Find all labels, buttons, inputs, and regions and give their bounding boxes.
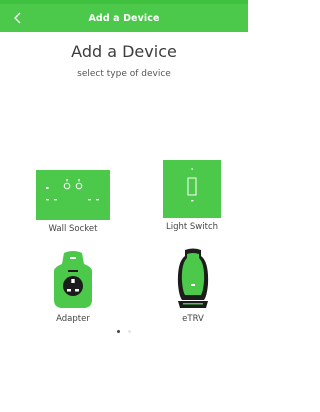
page-dot-active[interactable] bbox=[117, 330, 120, 333]
wall-socket-icon bbox=[36, 170, 110, 220]
page-title: Add a Device bbox=[71, 42, 177, 61]
nav-title: Add a Device bbox=[88, 12, 160, 24]
page-subtitle: select type of device bbox=[77, 69, 171, 79]
device-label-etrv: eTRV bbox=[182, 314, 204, 324]
adapter-icon bbox=[54, 251, 92, 308]
light-switch-icon bbox=[163, 160, 221, 218]
chevron-left-icon bbox=[14, 12, 21, 24]
device-wall-socket[interactable]: Wall Socket bbox=[33, 170, 113, 234]
page-dot[interactable] bbox=[128, 330, 131, 333]
back-button[interactable] bbox=[6, 6, 30, 30]
etrv-icon bbox=[177, 248, 209, 308]
device-etrv[interactable]: eTRV bbox=[163, 248, 223, 324]
device-label-wall-socket: Wall Socket bbox=[48, 224, 98, 234]
device-adapter[interactable]: Adapter bbox=[41, 250, 105, 324]
device-label-adapter: Adapter bbox=[56, 314, 90, 324]
device-light-switch[interactable]: Light Switch bbox=[156, 160, 228, 232]
nav-bar: Add a Device bbox=[0, 4, 248, 32]
page-indicator[interactable] bbox=[0, 330, 248, 333]
device-label-light-switch: Light Switch bbox=[165, 222, 219, 232]
